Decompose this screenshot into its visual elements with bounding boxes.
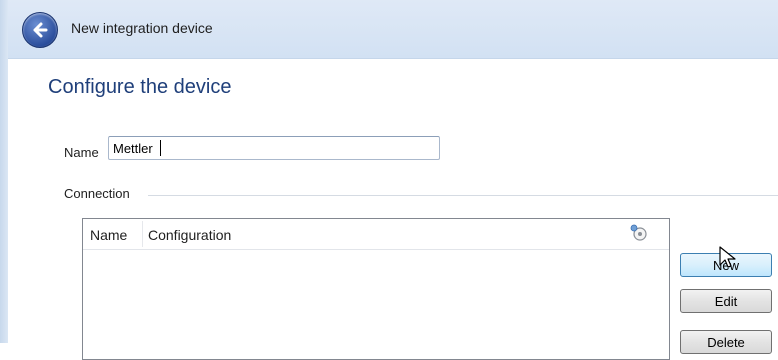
name-field[interactable] <box>108 136 440 160</box>
window-title: New integration device <box>71 20 213 36</box>
column-header-name[interactable]: Name <box>90 227 127 243</box>
back-arrow-icon <box>33 22 48 38</box>
window-left-frame <box>0 0 8 343</box>
connection-group-line <box>148 195 778 196</box>
delete-button[interactable]: Delete <box>680 330 772 354</box>
dialog-content: Configure the device Name Connection Nam… <box>8 59 778 360</box>
title-bar: New integration device <box>8 0 778 59</box>
back-button[interactable] <box>22 12 58 48</box>
name-label: Name <box>64 145 99 160</box>
column-options-icon[interactable] <box>629 223 649 243</box>
edit-button[interactable]: Edit <box>680 289 772 313</box>
text-caret <box>160 140 161 156</box>
list-header: Name Configuration <box>83 219 669 250</box>
connection-list[interactable]: Name Configuration <box>82 218 670 360</box>
mouse-pointer-icon <box>719 246 736 268</box>
connection-group-label: Connection <box>64 186 134 201</box>
column-header-configuration[interactable]: Configuration <box>148 227 231 243</box>
column-separator[interactable] <box>142 221 143 247</box>
page-title: Configure the device <box>48 76 232 98</box>
